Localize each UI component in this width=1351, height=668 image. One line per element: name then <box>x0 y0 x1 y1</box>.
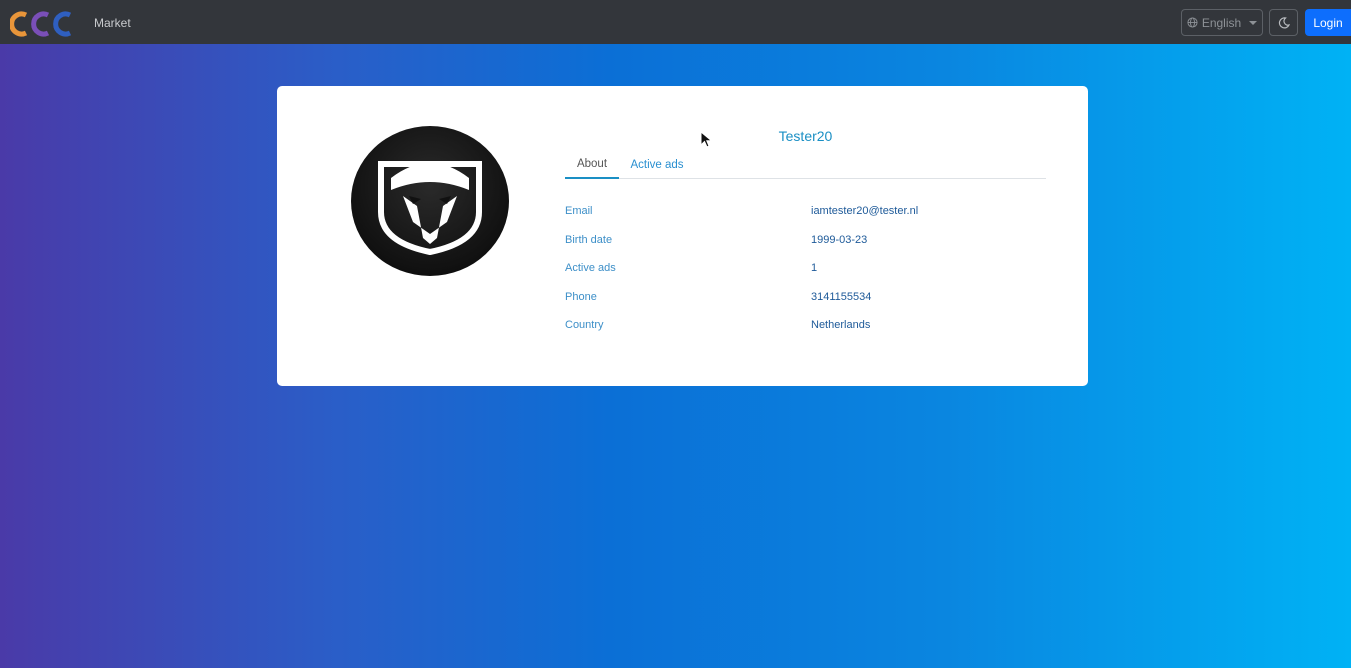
info-value: 3141155534 <box>811 291 872 303</box>
viper-snake-logo-icon <box>378 161 482 256</box>
avatar <box>351 126 509 276</box>
info-value: iamtester20@tester.nl <box>811 205 919 217</box>
info-row-country: Country Netherlands <box>565 319 1046 335</box>
info-label: Phone <box>565 291 597 303</box>
profile-username: Tester20 <box>778 128 833 144</box>
brand-logo-icon[interactable] <box>10 9 82 37</box>
info-value: 1 <box>811 262 818 274</box>
info-row-email: Email iamtester20@tester.nl <box>565 205 1046 221</box>
info-value: 1999-03-23 <box>811 234 868 246</box>
theme-toggle-button[interactable] <box>1269 9 1298 36</box>
mouse-cursor-icon <box>700 131 713 148</box>
info-label: Email <box>565 205 593 217</box>
moon-icon <box>1278 16 1290 28</box>
info-row-birth-date: Birth date 1999-03-23 <box>565 234 1046 250</box>
info-label: Active ads <box>565 262 616 274</box>
info-row-active-ads: Active ads 1 <box>565 262 1046 278</box>
globe-icon <box>1187 17 1198 28</box>
tab-about[interactable]: About <box>565 150 619 179</box>
profile-card: Tester20 About Active ads Email iamteste… <box>277 86 1088 386</box>
profile-tabs: About Active ads <box>565 150 1046 179</box>
info-label: Birth date <box>565 234 613 246</box>
info-value: Netherlands <box>811 319 871 331</box>
navbar: Market English Login <box>0 0 1351 44</box>
language-dropdown-button[interactable]: English <box>1181 9 1263 36</box>
brand-text[interactable]: Market <box>94 16 131 30</box>
info-row-phone: Phone 3141155534 <box>565 291 1046 307</box>
tab-active-ads[interactable]: Active ads <box>625 150 689 179</box>
info-label: Country <box>565 319 604 331</box>
login-button[interactable]: Login <box>1305 9 1351 36</box>
chevron-down-icon <box>1249 20 1258 25</box>
language-label: English <box>1201 15 1242 30</box>
